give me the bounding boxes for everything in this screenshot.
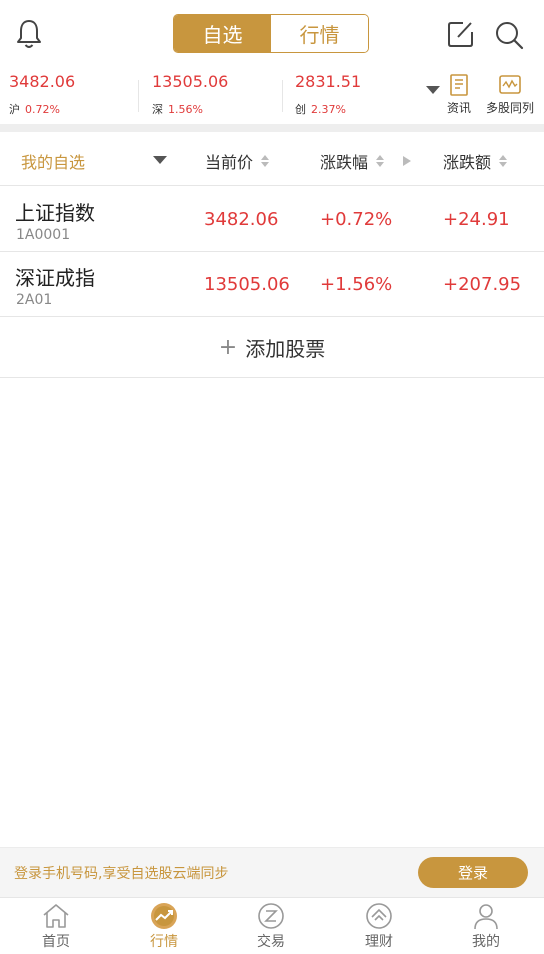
column-pct[interactable]: 涨跌幅 [320,149,385,173]
stock-change: +207.95 [443,274,522,295]
tab-market-bottom[interactable]: 行情 [124,902,204,951]
column-change-label: 涨跌额 [443,153,492,172]
index-sub: 沪 0.72% [9,101,60,117]
column-pct-label: 涨跌幅 [320,153,369,172]
tab-watchlist[interactable]: 自选 [174,15,271,52]
plus-icon: + [218,334,238,360]
table-row[interactable]: 深证成指 2A01 13505.06 +1.56% +207.95 [0,252,544,317]
stock-pct: +1.56% [320,274,393,295]
tab-home-label: 首页 [42,934,70,950]
top-bar: 自选 行情 [0,0,544,68]
index-market: 沪 [9,103,20,116]
index-pct: 1.56% [168,103,203,116]
search-icon[interactable] [494,20,524,50]
sort-icon [499,155,508,167]
tab-profile[interactable]: 我的 [446,902,526,951]
index-pct: 0.72% [25,103,60,116]
sort-icon [261,155,270,167]
edit-icon[interactable] [447,20,475,48]
index-market: 创 [295,103,306,116]
stock-name: 上证指数 [15,201,95,225]
wealth-icon [366,903,392,929]
index-pct: 2.37% [311,103,346,116]
index-sub: 深 1.56% [152,101,203,117]
index-strip: 3482.06 沪 0.72% 13505.06 深 1.56% 2831.51 创… [0,68,544,124]
column-change[interactable]: 涨跌额 [443,149,508,173]
section-separator [0,124,544,132]
home-icon [43,904,69,928]
multi-chart-button[interactable]: 多股同列 [486,74,534,116]
market-icon [151,903,177,929]
tab-profile-label: 我的 [472,934,500,950]
divider [138,80,139,112]
table-row[interactable]: 上证指数 1A0001 3482.06 +0.72% +24.91 [0,187,544,252]
tab-wealth[interactable]: 理财 [339,902,419,951]
column-price[interactable]: 当前价 [205,149,270,173]
multi-chart-icon [499,75,521,94]
news-button[interactable]: 资讯 [447,74,471,116]
profile-icon [474,904,498,930]
news-icon [450,74,468,96]
index-value: 3482.06 [9,72,76,91]
scroll-right-icon[interactable] [403,156,411,166]
stock-price: 13505.06 [204,274,290,295]
tab-wealth-label: 理财 [365,934,393,950]
stock-code: 2A01 [16,292,53,308]
column-price-label: 当前价 [205,153,254,172]
stock-code: 1A0001 [16,227,71,243]
chevron-down-icon[interactable] [153,156,167,164]
tab-trade[interactable]: 交易 [231,902,311,951]
bell-icon[interactable] [14,18,44,50]
segment-control: 自选 行情 [173,14,369,53]
table-header: 我的自选 当前价 涨跌幅 涨跌额 [0,132,544,186]
index-market: 深 [152,103,163,116]
bottom-tab-bar: 首页 行情 交易 理财 我的 [0,897,544,954]
column-watchlist[interactable]: 我的自选 [21,149,85,173]
tab-market[interactable]: 行情 [271,15,368,52]
sort-icon [376,155,385,167]
expand-indices-icon[interactable] [426,86,440,94]
trade-icon [258,903,284,929]
news-label: 资讯 [447,101,472,115]
index-value: 2831.51 [295,72,362,91]
tab-home[interactable]: 首页 [16,902,96,951]
divider [282,80,283,112]
stock-name: 深证成指 [15,266,95,290]
login-banner: 登录手机号码,享受自选股云端同步 登录 [0,847,544,897]
tab-market-label: 行情 [150,934,178,950]
add-stock-button[interactable]: + 添加股票 [0,317,544,378]
login-tip: 登录手机号码,享受自选股云端同步 [14,866,229,882]
stock-price: 3482.06 [204,209,279,230]
stock-pct: +0.72% [320,209,393,230]
index-sub: 创 2.37% [295,101,346,117]
tab-trade-label: 交易 [257,934,285,950]
stock-change: +24.91 [443,209,510,230]
login-button[interactable]: 登录 [418,857,528,888]
index-value: 13505.06 [152,72,229,91]
add-stock-label: 添加股票 [245,336,326,361]
multi-chart-label: 多股同列 [486,101,535,115]
